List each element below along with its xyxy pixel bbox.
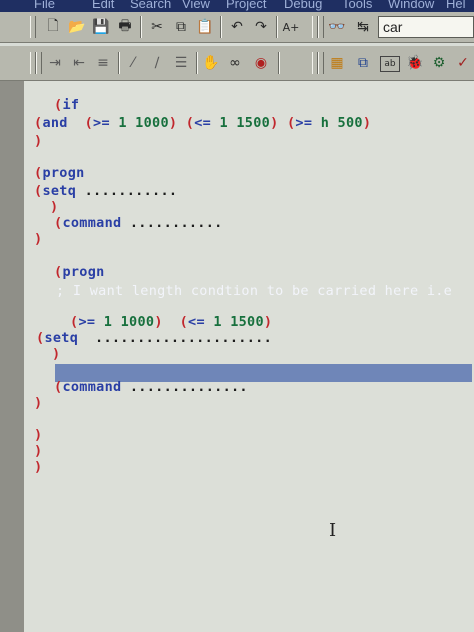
new-file-icon[interactable]: 🗋 [42,16,64,38]
replace-icon[interactable]: ↹ [352,16,374,38]
menu-window[interactable]: Window [388,0,434,11]
toolbar-separator [140,16,141,38]
code-line: ) [34,133,43,149]
code-line: (command .............. [54,379,248,395]
load-icon[interactable]: ▦ [326,52,348,74]
editor-gutter [0,81,24,632]
font-size-icon[interactable]: A+ [280,16,302,38]
align-icon[interactable]: ☰ [170,52,192,74]
code-line: (setq ........... [34,183,178,199]
menu-file[interactable]: File [34,0,55,11]
code-line: (progn [34,165,85,181]
code-line: (if [54,97,80,113]
code-line: ) [34,395,43,411]
check-icon[interactable]: ✓ [452,52,474,74]
redo-icon[interactable]: ↷ [250,16,272,38]
menu-tools[interactable]: Tools [342,0,372,11]
toolbar-grip[interactable] [318,16,324,38]
code-line: (command ........... [54,215,223,231]
find-icon[interactable]: 👓 [326,16,348,38]
menu-bar: File Edit Search View Project Debug Tool… [0,0,474,12]
copy-icon[interactable]: ⧉ [170,16,192,38]
comment-icon[interactable]: ⁄ [122,52,144,74]
menu-search[interactable]: Search [130,0,171,11]
hand-icon[interactable]: ✋ [200,52,222,74]
menu-view[interactable]: View [182,0,210,11]
paste-icon[interactable]: 📋 [194,16,216,38]
code-line: ) [50,199,59,215]
code-line: ) [34,427,43,443]
code-editor[interactable]: (if (and (>= 1 1000) (<= 1 1500) (>= h 5… [24,81,474,632]
cut-icon[interactable]: ✂ [146,16,168,38]
toolbar-grip[interactable] [318,52,324,74]
debug-icon[interactable]: 🐞 [404,52,426,74]
toolbar-separator [278,52,279,74]
search-input[interactable] [378,16,474,38]
undo-icon[interactable]: ↶ [226,16,248,38]
menu-project[interactable]: Project [226,0,266,11]
text-icon[interactable]: ab [380,56,400,72]
code-line: ) [34,443,43,459]
save-icon[interactable]: 💾 [90,16,112,38]
print-icon[interactable]: 🖶 [114,16,136,38]
menu-debug[interactable]: Debug [284,0,322,11]
code-line: (setq ..................... [36,330,272,346]
code-line: (progn [54,264,105,280]
code-line: ) [34,231,43,247]
code-line: (and (>= 1 1000) (<= 1 1500) (>= h 500) [34,115,372,131]
tools-icon[interactable]: ⚙ [428,52,450,74]
toolbar-grip[interactable] [30,16,36,38]
code-line: (>= 1 1000) (<= 1 1500) [70,314,273,330]
menu-edit[interactable]: Edit [92,0,114,11]
text-cursor-icon: I [329,520,337,541]
toolbar-separator [118,52,119,74]
indent-icon[interactable]: ⇥ [44,52,66,74]
menu-help[interactable]: Hel [446,0,466,11]
code-line: ) [52,346,61,362]
code-line: ) [34,459,43,475]
comment-line: ; I want length condtion to be carried h… [56,283,453,299]
open-folder-icon[interactable]: 📂 [66,16,88,38]
toolbar-grip[interactable] [36,52,42,74]
edit-toolbar: ⇥ ⇤ ≡ ⁄ ∕ ☰ ✋ ∞ ◉ ▦ ⧉ ab 🐞 ⚙ ✓ [0,46,474,81]
toolbar-separator [196,52,197,74]
standard-toolbar: 🗋 📂 💾 🖶 ✂ ⧉ 📋 ↶ ↷ A+ 👓 ↹ [0,12,474,43]
stop-icon[interactable]: ◉ [250,52,272,74]
window-icon[interactable]: ⧉ [352,52,374,74]
outdent-icon[interactable]: ⇤ [68,52,90,74]
glasses-icon[interactable]: ∞ [224,52,246,74]
toolbar-separator [220,16,221,38]
format-icon[interactable]: ≡ [92,52,114,74]
uncomment-icon[interactable]: ∕ [146,52,168,74]
toolbar-separator [276,16,277,38]
